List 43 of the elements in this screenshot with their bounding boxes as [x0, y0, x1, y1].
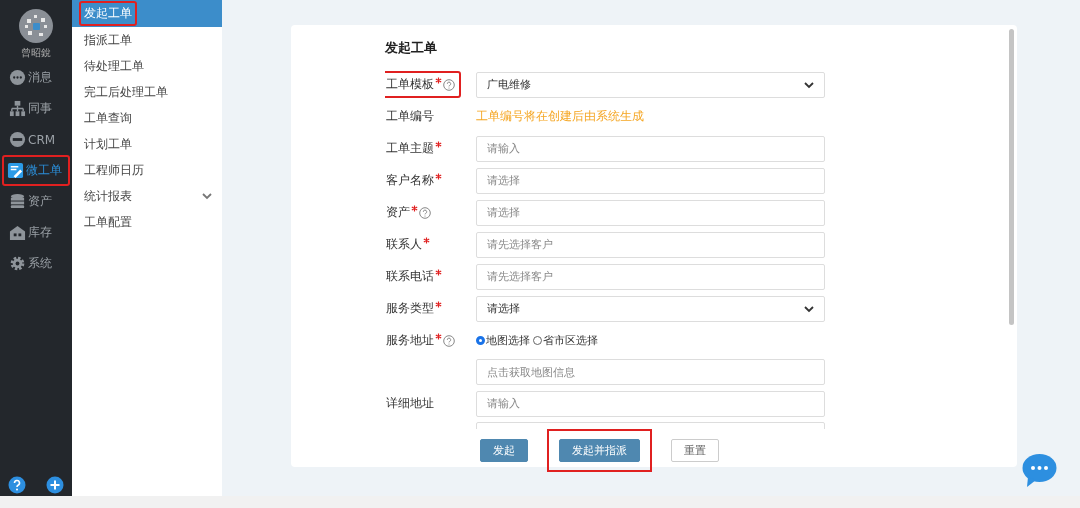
- submit-button[interactable]: 发起: [480, 439, 528, 462]
- nav-item[interactable]: 系统: [0, 248, 72, 279]
- input-field[interactable]: 请输入: [476, 390, 825, 417]
- menu-item[interactable]: 指派工单: [72, 27, 222, 53]
- select-field[interactable]: 请选择: [476, 295, 825, 322]
- nav-item[interactable]: CRM: [0, 124, 72, 155]
- menu-item[interactable]: 待处理工单: [72, 53, 222, 79]
- hint-text: 工单编号将在创建后由系统生成: [476, 108, 644, 125]
- field-label: 工单主题: [386, 140, 434, 157]
- menu-item[interactable]: 完工后处理工单: [72, 79, 222, 105]
- menu-item[interactable]: 统计报表: [72, 183, 222, 209]
- input-field[interactable]: 请选择: [476, 167, 825, 194]
- input-field[interactable]: 点击获取地图信息: [476, 359, 825, 385]
- field-label: 资产: [386, 204, 410, 221]
- menu-item[interactable]: 工单配置: [72, 209, 222, 235]
- menu-item[interactable]: 工程师日历: [72, 157, 222, 183]
- field-label: 详细地址: [386, 395, 434, 412]
- field-label: 服务地址: [386, 332, 434, 349]
- field-label: 工单编号: [386, 108, 434, 125]
- submit-button[interactable]: 发起并指派: [559, 439, 640, 462]
- input-field[interactable]: 请先选择客户: [476, 263, 825, 290]
- menu-item[interactable]: 工单查询: [72, 105, 222, 131]
- radio-option[interactable]: 地图选择: [476, 333, 530, 348]
- radio-option[interactable]: 省市区选择: [533, 333, 598, 348]
- menu-item[interactable]: 发起工单: [72, 0, 222, 27]
- nav-item[interactable]: 同事: [0, 93, 72, 124]
- form-title: 发起工单: [385, 39, 438, 57]
- field-label: 工单模板: [386, 76, 434, 93]
- reset-button[interactable]: 重置: [671, 439, 719, 462]
- user-name: 曾昭銳: [21, 46, 51, 60]
- nav-item[interactable]: 资产: [0, 186, 72, 217]
- field-label: 客户名称: [386, 172, 434, 189]
- input-field[interactable]: 请输入: [476, 135, 825, 162]
- field-label: 服务类型: [386, 300, 434, 317]
- nav-item[interactable]: 库存: [0, 217, 72, 248]
- field-label: 联系人: [386, 236, 422, 253]
- field-label: 联系电话: [386, 268, 434, 285]
- nav-item[interactable]: 消息: [0, 62, 72, 93]
- input-field[interactable]: 请选择: [476, 199, 825, 226]
- nav-item[interactable]: 微工单: [2, 155, 70, 186]
- input-field[interactable]: 请先选择客户: [476, 231, 825, 258]
- menu-item[interactable]: 计划工单: [72, 131, 222, 157]
- select-field[interactable]: 广电维修: [476, 71, 825, 98]
